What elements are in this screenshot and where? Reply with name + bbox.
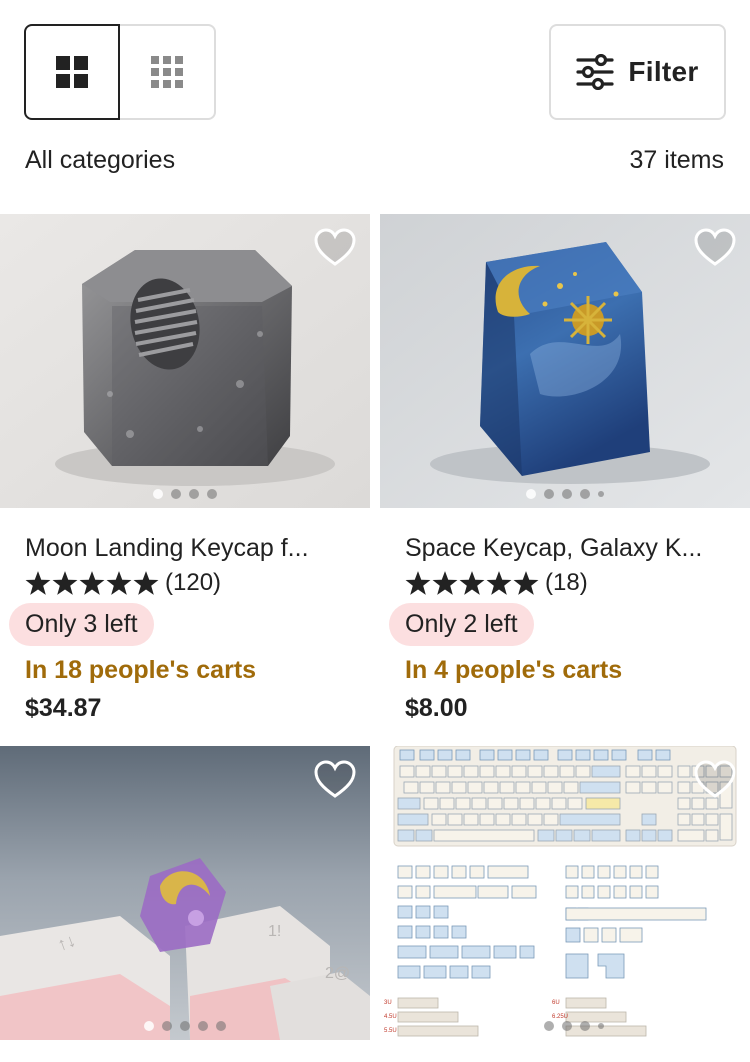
- listing-info: Space Keycap, Galaxy K... (18) Only 2 le…: [380, 534, 750, 723]
- grid-small-view-button[interactable]: [120, 24, 216, 120]
- listing-title[interactable]: Space Keycap, Galaxy K...: [405, 534, 750, 563]
- carousel-dot: [207, 489, 217, 499]
- carousel-dot: [526, 1021, 536, 1031]
- view-toggle: [24, 24, 216, 120]
- carousel-dot: [598, 491, 604, 497]
- star-icon: [25, 571, 51, 595]
- grid-large-view-button[interactable]: [24, 24, 120, 120]
- listing-info: Moon Landing Keycap f... (120) Only 3 le…: [0, 534, 370, 723]
- carts-count: In 18 people's carts: [25, 656, 257, 684]
- image-carousel-dots: [0, 1021, 370, 1031]
- image-carousel-dots: [380, 1021, 750, 1031]
- listing-title[interactable]: Moon Landing Keycap f...: [25, 534, 370, 563]
- filter-label: Filter: [628, 56, 699, 87]
- stock-badge: Only 3 left: [9, 603, 154, 646]
- star-icon: [79, 571, 105, 595]
- heart-outline-icon[interactable]: [694, 760, 736, 800]
- carousel-dot: [544, 489, 554, 499]
- price: $8.00: [405, 694, 468, 722]
- review-count: (18): [545, 569, 588, 596]
- item-count: 37 items: [629, 146, 724, 174]
- star-icon: [432, 571, 458, 595]
- review-count: (120): [165, 569, 222, 596]
- image-carousel-dots: [380, 489, 750, 499]
- toolbar: Filter All categories 37 items: [0, 0, 750, 200]
- carts-count: In 4 people's carts: [405, 656, 623, 684]
- listing-image[interactable]: [380, 214, 750, 508]
- carousel-dot: [562, 489, 572, 499]
- heart-outline-icon[interactable]: [314, 760, 356, 800]
- svg-text:1!: 1!: [268, 923, 281, 940]
- listing-image[interactable]: 3U 4.5U 5.5U 6U 6.25U: [380, 746, 750, 1040]
- svg-text:4.5U: 4.5U: [384, 1014, 397, 1020]
- svg-text:3U: 3U: [384, 1000, 392, 1006]
- star-icon: [106, 571, 132, 595]
- sliders-icon: [576, 54, 614, 90]
- svg-text:6U: 6U: [552, 1000, 560, 1006]
- image-carousel-dots: [0, 489, 370, 499]
- grid-small-icon: [151, 56, 183, 88]
- star-icon: [52, 571, 78, 595]
- carousel-dot: [580, 489, 590, 499]
- filter-button[interactable]: Filter: [549, 24, 726, 120]
- listing-card[interactable]: Space Keycap, Galaxy K... (18) Only 2 le…: [380, 214, 750, 723]
- star-icon: [405, 571, 431, 595]
- carousel-dot: [216, 1021, 226, 1031]
- carousel-dot: [180, 1021, 190, 1031]
- carousel-dot: [580, 1021, 590, 1031]
- listing-card[interactable]: Moon Landing Keycap f... (120) Only 3 le…: [0, 214, 370, 723]
- carousel-dot: [162, 1021, 172, 1031]
- star-icon: [486, 571, 512, 595]
- carousel-dot: [198, 1021, 208, 1031]
- carousel-dot: [562, 1021, 572, 1031]
- carousel-dot: [153, 489, 163, 499]
- heart-outline-icon[interactable]: [694, 228, 736, 268]
- carousel-dot: [171, 489, 181, 499]
- listing-image[interactable]: [0, 214, 370, 508]
- star-icon: [459, 571, 485, 595]
- heart-outline-icon[interactable]: [314, 228, 356, 268]
- svg-text:2@: 2@: [325, 965, 350, 982]
- carousel-dot: [598, 1023, 604, 1029]
- stock-badge: Only 2 left: [389, 603, 534, 646]
- star-rating: [405, 570, 539, 596]
- price: $34.87: [25, 694, 102, 722]
- star-icon: [513, 571, 539, 595]
- grid-large-icon: [56, 56, 88, 88]
- listing-image[interactable]: ↑↓ 1! 2@: [0, 746, 370, 1040]
- star-icon: [133, 571, 159, 595]
- category-label[interactable]: All categories: [25, 146, 175, 175]
- carousel-dot: [189, 489, 199, 499]
- carousel-dot: [544, 1021, 554, 1031]
- svg-text:6.25U: 6.25U: [552, 1014, 568, 1020]
- rating: (18): [405, 569, 750, 597]
- rating: (120): [25, 569, 370, 597]
- carousel-dot: [526, 489, 536, 499]
- listing-card[interactable]: ↑↓ 1! 2@: [0, 746, 370, 1040]
- carousel-dot: [144, 1021, 154, 1031]
- star-rating: [25, 570, 159, 596]
- listing-card[interactable]: 3U 4.5U 5.5U 6U 6.25U: [380, 746, 750, 1040]
